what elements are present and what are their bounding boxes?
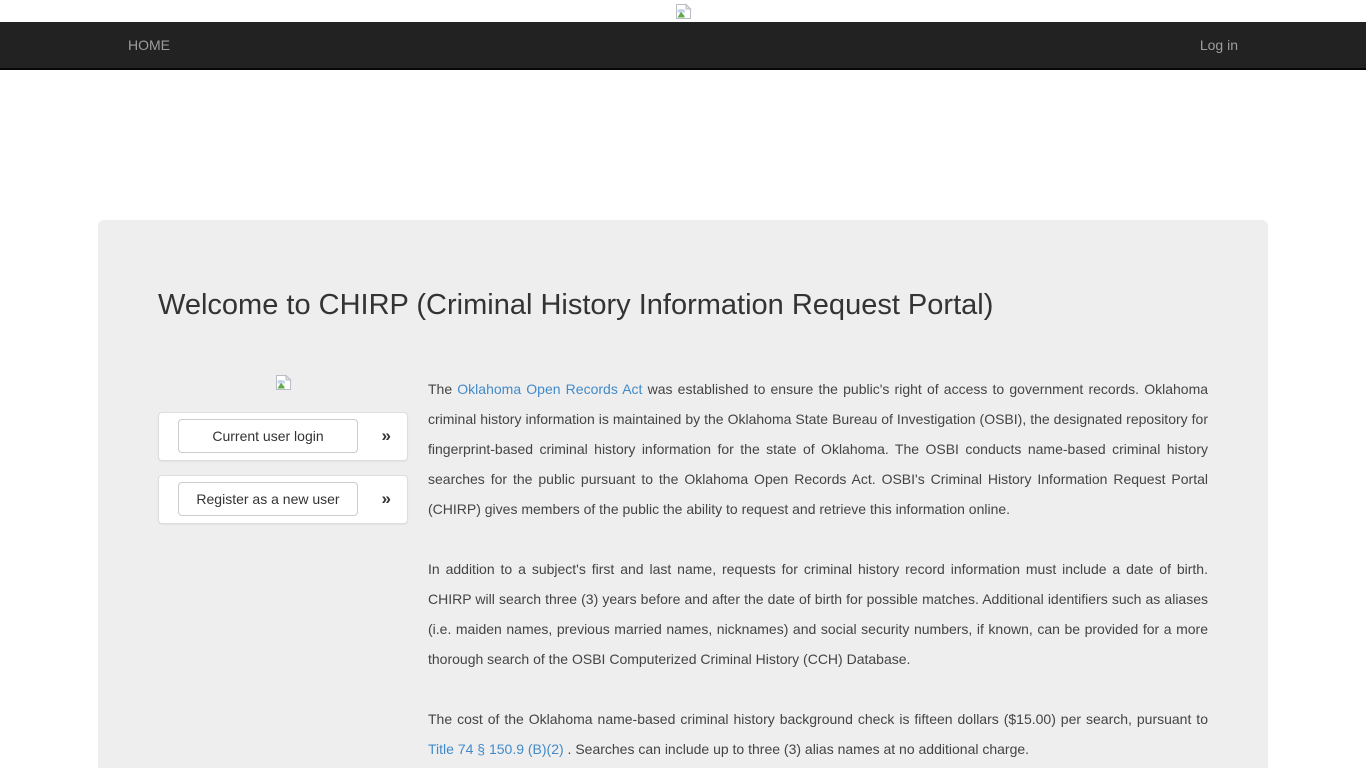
broken-image-icon [675,3,692,20]
header-logo-strip [0,0,1366,22]
title-74-statute-link[interactable]: Title 74 § 150.9 (B)(2) [428,741,564,757]
paragraph-search-details: In addition to a subject's first and las… [428,554,1208,674]
intro-text-column: The Oklahoma Open Records Act was establ… [428,374,1208,768]
paragraph-text: was established to ensure the public's r… [428,381,1208,517]
navbar: HOME Log in [0,22,1366,70]
paragraph-cost: The cost of the Oklahoma name-based crim… [428,704,1208,764]
register-new-user-panel: Register as a new user » [158,475,408,524]
current-user-login-panel: Current user login » [158,412,408,461]
login-sidebar: Current user login » Register as a new u… [158,374,408,768]
current-user-login-button[interactable]: Current user login [178,419,358,453]
paragraph-text: The [428,381,457,397]
navbar-container: HOME Log in [98,22,1268,68]
nav-home-link[interactable]: HOME [113,23,185,67]
paragraph-text: In addition to a subject's first and las… [428,561,1208,667]
paragraph-text: The cost of the Oklahoma name-based crim… [428,711,1208,727]
main-card: Welcome to CHIRP (Criminal History Infor… [98,220,1268,768]
chevron-right-icon[interactable]: » [382,426,391,446]
paragraph-text: . Searches can include up to three (3) a… [564,741,1029,757]
sidebar-image-wrap [158,374,408,391]
nav-login-link[interactable]: Log in [1185,23,1253,67]
content-row: Current user login » Register as a new u… [158,374,1208,768]
register-new-user-button[interactable]: Register as a new user [178,482,358,516]
page-title: Welcome to CHIRP (Criminal History Infor… [158,290,1208,322]
broken-image-icon [275,374,292,391]
open-records-act-link[interactable]: Oklahoma Open Records Act [457,381,642,397]
paragraph-open-records: The Oklahoma Open Records Act was establ… [428,374,1208,524]
chevron-right-icon[interactable]: » [382,489,391,509]
